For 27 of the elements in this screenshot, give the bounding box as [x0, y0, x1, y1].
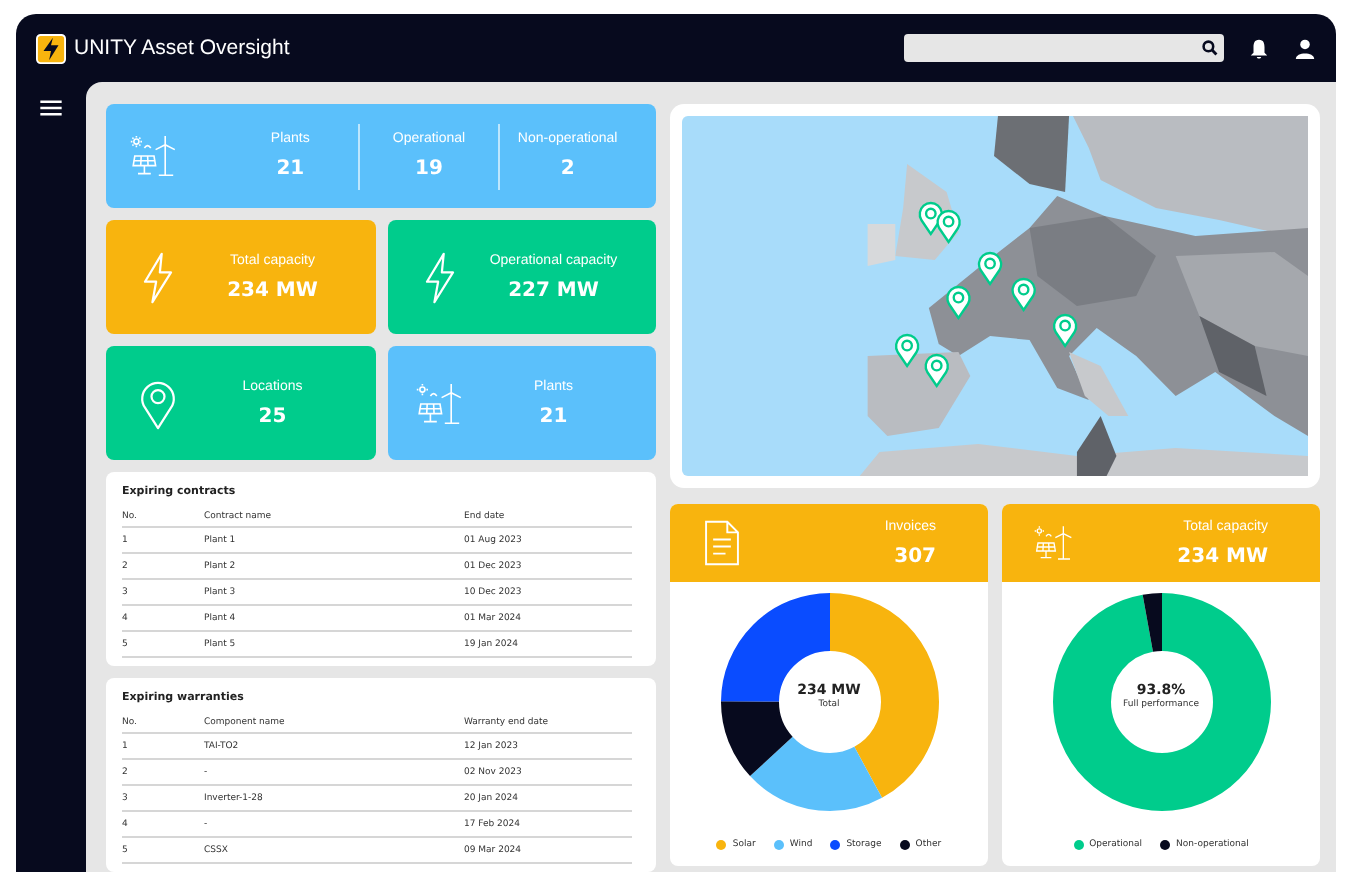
map-pin-icon[interactable] [1052, 313, 1078, 348]
user-icon[interactable] [1294, 37, 1316, 59]
stat-value: 25 [258, 405, 287, 427]
stat-value: 19 [415, 158, 443, 180]
search-field[interactable] [904, 34, 1224, 62]
land-shape [1076, 416, 1117, 476]
map-pin-icon[interactable] [936, 209, 961, 244]
stat-value: 234 MW [227, 279, 318, 301]
kpi-value: 234 MW [1177, 545, 1268, 567]
search-icon[interactable] [1202, 40, 1218, 56]
stat-value: 2 [560, 158, 575, 180]
stat-value: 21 [539, 405, 568, 427]
lightning-logo-icon [36, 33, 66, 63]
app-title: UNITY Asset Oversight [74, 36, 290, 60]
bell-icon[interactable] [1248, 37, 1270, 59]
menu-icon[interactable] [40, 100, 62, 116]
map-pin-icon[interactable] [1011, 277, 1036, 312]
solar-wind-icon [1034, 520, 1074, 566]
map-pin-icon[interactable] [894, 333, 920, 368]
document-icon [702, 520, 742, 566]
kpi-value: 307 [894, 545, 936, 567]
stat-value: 227 MW [508, 279, 599, 301]
stat-value: 21 [276, 158, 305, 180]
map-pin-icon[interactable] [924, 353, 949, 388]
map-pin-icon[interactable] [946, 285, 971, 320]
solar-wind-icon [130, 130, 178, 182]
map-pin-icon[interactable] [977, 251, 1003, 286]
